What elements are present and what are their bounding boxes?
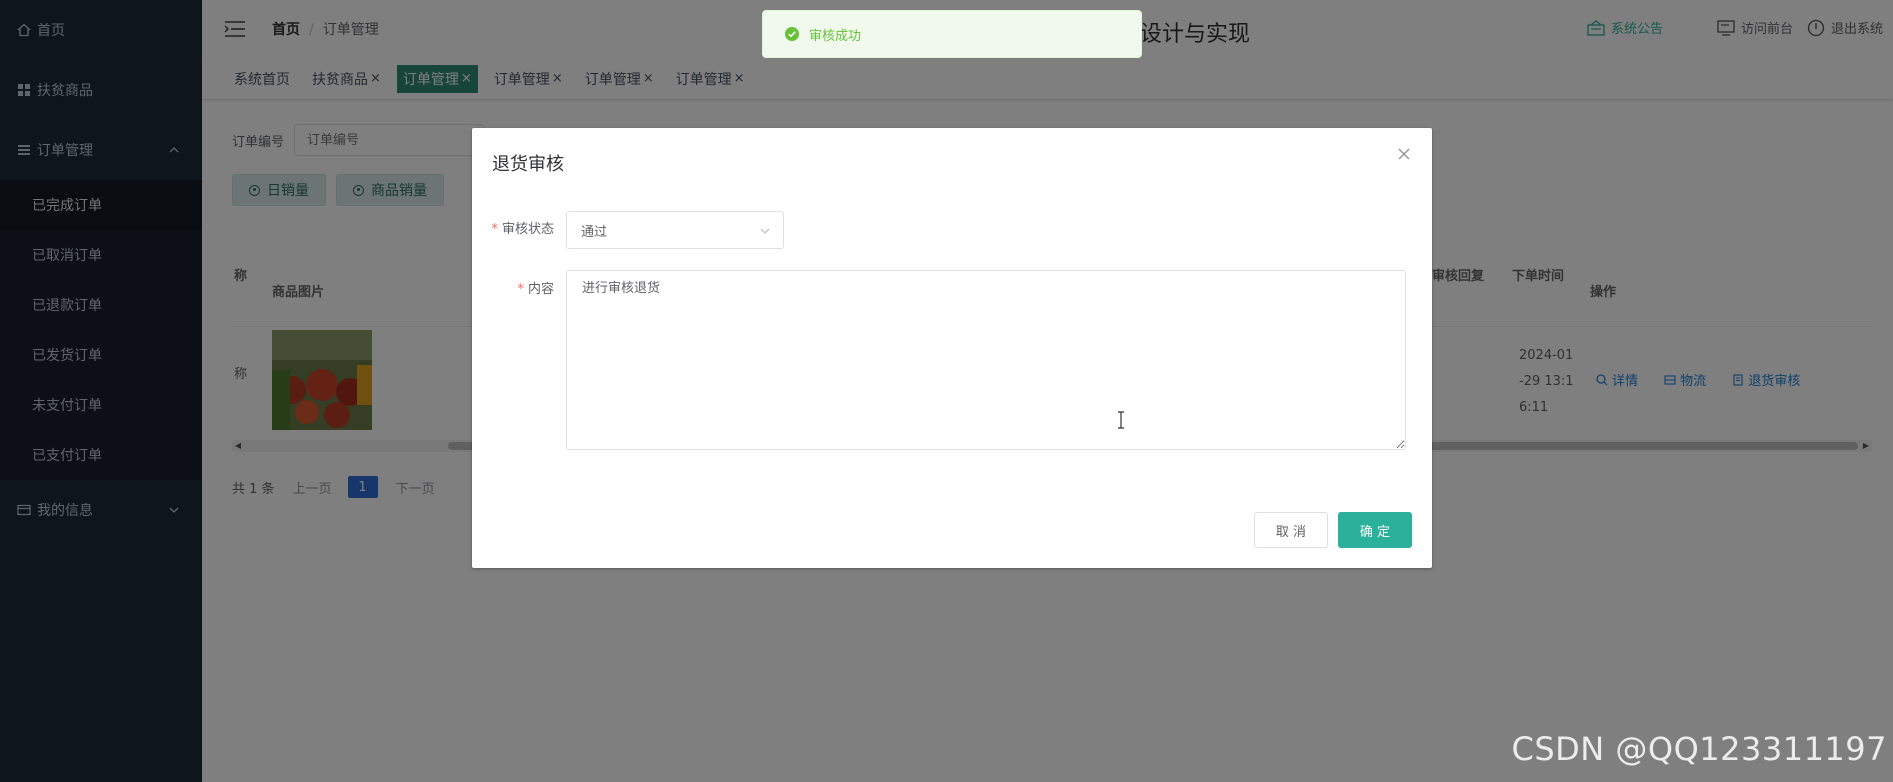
status-select[interactable]: 通过 <box>566 211 784 249</box>
chevron-down-icon <box>760 228 770 234</box>
success-toast: 审核成功 <box>762 10 1142 58</box>
content-form-row: * 内容 进行审核退货 <box>472 270 1406 450</box>
status-select-value: 通过 <box>581 224 608 240</box>
content-label-text: 内容 <box>527 282 554 297</box>
dialog-title: 退货审核 <box>492 154 564 175</box>
check-circle-icon <box>785 27 799 41</box>
status-label-text: 审核状态 <box>501 222 554 237</box>
status-form-row: * 审核状态 通过 <box>472 211 784 249</box>
content-textarea[interactable]: 进行审核退货 <box>566 270 1406 450</box>
required-mark: * <box>517 282 524 297</box>
text-cursor-icon <box>1118 411 1124 429</box>
required-mark: * <box>491 222 498 237</box>
toast-message: 审核成功 <box>809 28 862 44</box>
close-icon[interactable] <box>1396 146 1412 162</box>
confirm-button[interactable]: 确 定 <box>1338 512 1412 548</box>
content-label: * 内容 <box>472 270 566 450</box>
cancel-button[interactable]: 取 消 <box>1254 512 1328 548</box>
status-label: * 审核状态 <box>472 211 566 249</box>
return-review-dialog: 退货审核 * 审核状态 通过 * 内容 进行审核退货 取 消 确 定 <box>472 128 1432 568</box>
watermark: CSDN @QQ123311197 <box>1511 730 1887 768</box>
